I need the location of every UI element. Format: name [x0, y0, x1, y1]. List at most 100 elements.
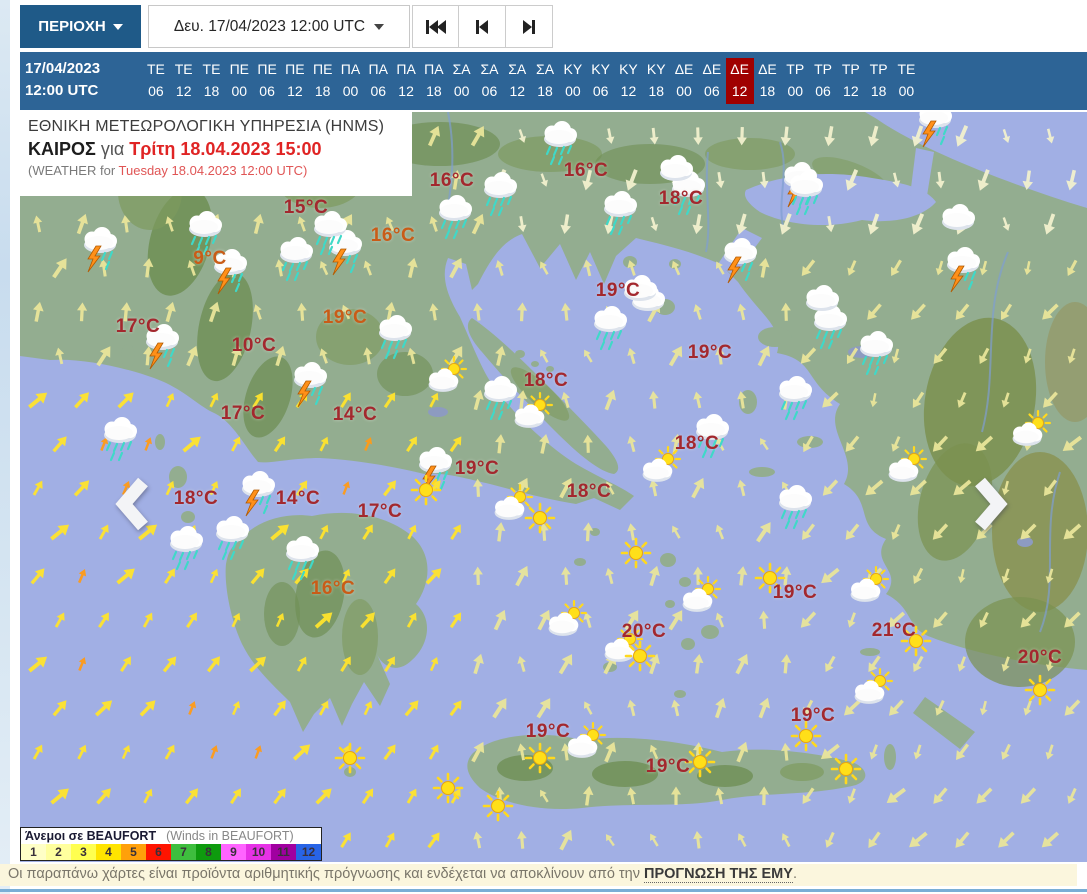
datetime-select[interactable]: Δευ. 17/04/2023 12:00 UTC — [148, 5, 410, 48]
timeline-steps: ΤΕ 06 ΤΕ 12 ΤΕ 18 ΠΕ 00 ΠΕ 06 ΠΕ 12 ΠΕ 18 ΠΑ 00 ΠΑ 06 ΠΑ 12… — [142, 52, 920, 110]
next-timestep-button[interactable] — [506, 5, 553, 48]
timeline-step-ΣΑ12[interactable]: ΣΑ 12 — [503, 58, 531, 104]
timeline-step-day: ΔΕ — [674, 61, 694, 77]
temperature-label: 18°C — [523, 370, 569, 391]
timeline-step-day: ΤΡ — [786, 61, 805, 77]
previous-map-arrow[interactable] — [113, 475, 153, 538]
step-back-icon — [476, 19, 488, 34]
timeline-bar: 17/04/2023 12:00 UTC ΤΕ 06 ΤΕ 12 ΤΕ 18 ΠΕ 00 ΠΕ 0… — [20, 52, 1087, 110]
forecast-link[interactable]: ΠΡΟΓΝΩΣΗ ΤΗΣ ΕΜΥ — [644, 866, 793, 883]
agency-title: ΕΘΝΙΚΗ ΜΕΤΕΩΡΟΛΟΓΙΚΗ ΥΠΗΡΕΣΙΑ (HNMS) — [28, 118, 385, 135]
temperature-label: 19°C — [595, 280, 641, 301]
timeline-step-ΠΕ12[interactable]: ΠΕ 12 — [281, 58, 309, 104]
timeline-step-day: ΠΑ — [368, 61, 388, 77]
first-timestep-button[interactable] — [412, 5, 459, 48]
timeline-step-day: ΣΑ — [480, 61, 499, 77]
timeline-step-ΔΕ18[interactable]: ΔΕ 18 — [754, 58, 782, 104]
forecast-title-word: ΚΑΙΡΟΣ — [28, 139, 96, 159]
timeline-step-day: ΔΕ — [702, 61, 722, 77]
timeline-step-hour: 00 — [898, 83, 915, 99]
timeline-step-ΠΑ12[interactable]: ΠΑ 12 — [392, 58, 420, 104]
beaufort-scale-cell-9: 9 — [221, 844, 246, 860]
page-background-strip — [0, 0, 10, 894]
timeline-step-day: ΠΕ — [285, 61, 305, 77]
timeline-step-ΚΥ06[interactable]: ΚΥ 06 — [587, 58, 615, 104]
temperature-label: 19°C — [645, 756, 691, 777]
timeline-step-ΠΕ00[interactable]: ΠΕ 00 — [225, 58, 253, 104]
timeline-step-day: ΚΥ — [619, 61, 638, 77]
timeline-step-hour: 18 — [648, 83, 665, 99]
timeline-step-ΤΡ00[interactable]: ΤΡ 00 — [781, 58, 809, 104]
timeline-step-day: ΣΑ — [536, 61, 555, 77]
timeline-step-ΣΑ18[interactable]: ΣΑ 18 — [531, 58, 559, 104]
weather-app-page: ΠΕΡΙΟΧΗ Δευ. 17/04/2023 12:00 UTC 17/04/… — [0, 0, 1087, 894]
timeline-step-day: ΣΑ — [508, 61, 527, 77]
timeline-step-ΤΕ00[interactable]: ΤΕ 00 — [893, 58, 921, 104]
timeline-step-ΤΡ18[interactable]: ΤΡ 18 — [865, 58, 893, 104]
sun-weather-icon — [482, 790, 514, 822]
temperature-label: 18°C — [566, 481, 612, 502]
timeline-step-ΤΕ06[interactable]: ΤΕ 06 — [142, 58, 170, 104]
beaufort-scale-cell-5: 5 — [121, 844, 146, 860]
timeline-step-ΠΑ00[interactable]: ΠΑ 00 — [337, 58, 365, 104]
timeline-step-ΣΑ00[interactable]: ΣΑ 00 — [448, 58, 476, 104]
timeline-step-hour: 00 — [231, 83, 248, 99]
beaufort-legend: Άνεμοι σε BEAUFORT (Winds in BEAUFORT) 12… — [20, 827, 322, 861]
sun-weather-icon — [1024, 674, 1056, 706]
timeline-step-ΚΥ12[interactable]: ΚΥ 12 — [615, 58, 643, 104]
timeline-step-ΤΕ12[interactable]: ΤΕ 12 — [170, 58, 198, 104]
timeline-step-hour: 18 — [203, 83, 220, 99]
timeline-step-ΚΥ18[interactable]: ΚΥ 18 — [642, 58, 670, 104]
timeline-step-day: ΔΕ — [758, 61, 777, 77]
timeline-step-ΠΕ18[interactable]: ΠΕ 18 — [309, 58, 337, 104]
timeline-step-day: ΚΥ — [591, 61, 610, 77]
forecast-datetime-local: Τρίτη 18.04.2023 15:00 — [129, 139, 322, 159]
forecast-subtitle: (WEATHER for Tuesday 18.04.2023 12:00 UT… — [28, 163, 308, 178]
map-graphic — [20, 112, 1087, 862]
timeline-step-hour: 12 — [398, 83, 414, 99]
timeline-step-ΤΡ12[interactable]: ΤΡ 12 — [837, 58, 865, 104]
caret-down-icon — [112, 23, 123, 30]
sun-weather-icon — [524, 502, 556, 534]
beaufort-scale-cell-10: 10 — [246, 844, 271, 860]
temperature-label: 17°C — [115, 316, 161, 337]
timeline-step-hour: 00 — [342, 83, 359, 99]
timeline-step-day: ΤΕ — [174, 61, 193, 77]
skip-to-first-icon — [425, 19, 446, 34]
previous-timestep-button[interactable] — [459, 5, 506, 48]
timeline-step-ΤΡ06[interactable]: ΤΡ 06 — [809, 58, 837, 104]
temperature-label: 17°C — [357, 501, 403, 522]
timeline-step-ΔΕ12[interactable]: ΔΕ 12 — [725, 58, 754, 104]
timeline-step-ΤΕ18[interactable]: ΤΕ 18 — [198, 58, 226, 104]
timeline-step-ΠΕ06[interactable]: ΠΕ 06 — [253, 58, 281, 104]
temperature-label: 16°C — [429, 170, 475, 191]
timeline-current-datetime: 17/04/2023 12:00 UTC — [20, 52, 142, 110]
temperature-label: 14°C — [332, 404, 378, 425]
timestep-nav-group — [412, 5, 553, 48]
timeline-step-day: ΚΥ — [563, 61, 583, 77]
chevron-left-icon — [115, 477, 148, 531]
timeline-step-ΠΑ18[interactable]: ΠΑ 18 — [420, 58, 448, 104]
region-dropdown-button[interactable]: ΠΕΡΙΟΧΗ — [20, 5, 141, 48]
timeline-step-ΚΥ00[interactable]: ΚΥ 00 — [559, 58, 587, 104]
timeline-step-hour: 06 — [148, 83, 164, 99]
timeline-step-ΠΑ06[interactable]: ΠΑ 06 — [364, 58, 392, 104]
temperature-label: 14°C — [275, 488, 321, 509]
temperature-label: 18°C — [658, 188, 704, 209]
timeline-step-ΔΕ06[interactable]: ΔΕ 06 — [698, 58, 726, 104]
timeline-step-day: ΠΕ — [229, 61, 250, 77]
timeline-step-day: ΠΑ — [424, 61, 444, 77]
beaufort-scale-cell-4: 4 — [96, 844, 121, 860]
step-forward-icon — [523, 19, 535, 34]
timeline-step-hour: 18 — [537, 83, 553, 99]
next-map-arrow[interactable] — [970, 475, 1010, 538]
timeline-step-ΔΕ00[interactable]: ΔΕ 00 — [670, 58, 698, 104]
disclaimer-footer: Οι παραπάνω χάρτες είναι προϊόντα αριθμη… — [0, 864, 1077, 886]
timeline-step-ΣΑ06[interactable]: ΣΑ 06 — [476, 58, 504, 104]
temperature-label: 9°C — [193, 248, 227, 269]
temperature-label: 18°C — [674, 433, 720, 454]
sun-weather-icon — [830, 753, 862, 785]
datetime-select-value: Δευ. 17/04/2023 12:00 UTC — [173, 17, 366, 35]
timeline-step-hour: 18 — [314, 83, 331, 99]
beaufort-scale: 1 2 3 4 5 6 7 8 9 10 11 12 — [21, 844, 321, 860]
